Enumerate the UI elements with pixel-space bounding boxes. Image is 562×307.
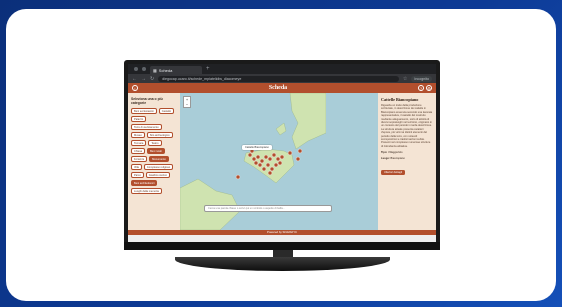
map-marker[interactable]	[251, 156, 257, 162]
map-marker[interactable]	[253, 160, 259, 166]
window-control-icon[interactable]	[134, 67, 138, 71]
zoom-control: + −	[183, 96, 191, 108]
category-chip[interactable]: Castello	[158, 108, 175, 114]
map-search-input[interactable]: Cerca una parola chiave o scrivi qui un …	[204, 205, 332, 212]
detail-meta-type: Tipo: Villaggio/sito	[381, 151, 433, 154]
help-icon[interactable]: ?	[418, 85, 424, 91]
window-control-icon[interactable]	[142, 67, 146, 71]
category-chip[interactable]: Beni architettonici	[131, 180, 158, 186]
category-chip[interactable]: Parco	[131, 172, 144, 178]
category-chip[interactable]: Villa	[131, 164, 142, 170]
category-panel-title: Seleziona una o più categorie	[131, 97, 163, 105]
tv-monitor: ▦ Scheda + ← → ↻ diegocap.ucaro.it/sched…	[124, 60, 440, 250]
tab-favicon-icon: ▦	[153, 67, 157, 73]
category-chip[interactable]: Museo	[131, 132, 145, 138]
map-marker[interactable]	[267, 170, 273, 176]
map-marker[interactable]	[269, 166, 275, 172]
map-marker[interactable]	[259, 158, 265, 164]
new-tab-button[interactable]: +	[206, 66, 210, 72]
forward-icon[interactable]: →	[141, 76, 146, 82]
category-chip[interactable]: Luoghi della memoria	[131, 188, 162, 194]
app-title: Scheda	[268, 85, 288, 91]
app-footer: Powered by SIGMAP IC	[128, 230, 436, 235]
map-marker[interactable]	[295, 156, 301, 162]
tv-bezel	[124, 242, 440, 250]
category-panel: Seleziona una o più categorie Beni eccle…	[128, 93, 180, 230]
map-marker[interactable]	[261, 166, 267, 172]
map-marker[interactable]	[287, 150, 293, 156]
app-header: i Scheda ? ⚙	[128, 83, 436, 93]
map-marker[interactable]	[255, 154, 261, 160]
app-body: Seleziona una o più categorie Beni eccle…	[128, 93, 436, 230]
browser-tab-bar: ▦ Scheda +	[128, 64, 436, 74]
map-marker[interactable]	[277, 160, 283, 166]
category-chip[interactable]: Fortezza	[131, 156, 148, 162]
url-field[interactable]: diegocap.ucaro.it/schede_mpiatelidiw_dia…	[158, 75, 399, 82]
back-icon[interactable]: ←	[132, 76, 137, 82]
category-chip[interactable]: Torre di avvistamento	[131, 124, 162, 130]
zoom-out-button[interactable]: −	[184, 102, 190, 107]
category-chip[interactable]: Palazzo	[131, 116, 147, 122]
header-actions: ? ⚙	[418, 85, 432, 91]
map-marker[interactable]	[271, 152, 277, 158]
map-marker[interactable]	[247, 152, 253, 158]
settings-icon[interactable]: ⚙	[426, 85, 432, 91]
map-marker[interactable]	[263, 154, 269, 160]
map-marker[interactable]	[235, 174, 241, 180]
map[interactable]: + − Cattelle Biancopiano Cerca una parol…	[180, 93, 378, 230]
detail-title: Cattelle Biancopiano	[381, 97, 419, 102]
map-marker[interactable]	[257, 162, 263, 168]
map-marker[interactable]	[265, 162, 271, 168]
detail-panel: Cattelle Biancopiano Riguarda un tratto …	[378, 93, 436, 230]
category-chip[interactable]: Beni ecclesiastici	[131, 108, 157, 114]
category-chip[interactable]: Complesso religioso	[143, 164, 174, 170]
map-land-islands	[275, 122, 287, 136]
reload-icon[interactable]: ↻	[150, 76, 154, 82]
info-icon[interactable]: i	[132, 85, 138, 91]
browser-address-bar: ← → ↻ diegocap.ucaro.it/schede_mpiatelid…	[128, 74, 436, 83]
category-chip[interactable]: Giardino storico	[145, 172, 170, 178]
map-marker[interactable]	[267, 156, 273, 162]
map-marker[interactable]	[297, 148, 303, 154]
meta-value: Biancopiano	[390, 157, 405, 161]
tv-screen: ▦ Scheda + ← → ↻ diegocap.ucaro.it/sched…	[128, 64, 436, 242]
category-chip-list: Beni ecclesiastici Castello Palazzo Torre d…	[131, 108, 177, 194]
map-marker[interactable]	[279, 154, 285, 160]
map-popup: Cattelle Biancopiano	[242, 145, 272, 150]
map-marker[interactable]	[275, 156, 281, 162]
category-chip[interactable]: Tonnara	[131, 140, 147, 146]
category-chip[interactable]: Teatro	[148, 140, 162, 146]
category-chip[interactable]: Chiesa	[131, 148, 146, 154]
meta-value: Villaggio/sito	[388, 151, 403, 155]
category-chip[interactable]: Sito archeologico	[146, 132, 173, 138]
detail-meta-place: Luogo: Biancopiano	[381, 157, 433, 160]
meta-label: Luogo:	[381, 157, 390, 161]
meta-label: Tipo:	[381, 151, 388, 155]
map-marker[interactable]	[273, 162, 279, 168]
details-button[interactable]: Ulteriori dettagli	[381, 170, 406, 176]
category-chip[interactable]: Beni rurali	[147, 148, 165, 154]
profile-badge[interactable]: Incognito	[411, 75, 432, 82]
category-chip[interactable]: Monumento	[149, 156, 169, 162]
browser-tab[interactable]: ▦ Scheda	[150, 66, 202, 74]
map-land-calabria	[289, 93, 326, 150]
star-icon[interactable]: ☆	[403, 76, 407, 82]
tab-title: Scheda	[158, 67, 173, 73]
detail-description: Riguarda un tratto della produzione scri…	[381, 104, 433, 148]
